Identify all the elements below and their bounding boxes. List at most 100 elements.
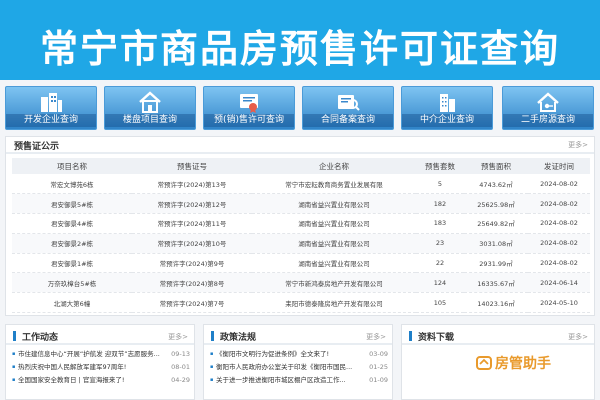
policy-panel: 政策法规 更多> 《衡阳市文明行为促进条例》全文来了! 03-09 衡阳市人民政府… (203, 324, 393, 400)
presale-table: 项目名称 预售证号 企业名称 预售套数 预售面积 发证时间 常宏文博苑6栋 常预… (12, 158, 590, 314)
table-row[interactable]: 万奈玖樟台5#栋 常预许字(2024)第8号 常宁市新鸿泰房地产开发有限公司 1… (12, 272, 590, 294)
cell-enterprise: 湖南省益兴置业有限公司 (252, 233, 416, 254)
cell-project: 君安御景1#栋 (12, 253, 132, 274)
list-item[interactable]: 全国国家安全教育日 | 官宣海报来了! 04-29 (12, 374, 190, 387)
cell-units: 182 (416, 193, 464, 215)
cell-enterprise: 湖南省益兴置业有限公司 (252, 213, 416, 234)
policy-title: 《衡阳市文明行为促进条例》全文来了! (216, 350, 330, 358)
column-header: 发证时间 (528, 158, 590, 174)
section-accent-bar (409, 331, 412, 341)
cell-date: 2024-08-02 (528, 213, 590, 234)
nav-label: 二手房源查询 (503, 114, 593, 127)
table-row[interactable]: 常宏文博苑6栋 常预许字(2024)第13号 常宁市宏耘教育商务置业发展有限 5… (12, 174, 590, 195)
cell-area: 25625.98㎡ (464, 193, 528, 215)
cell-date: 2024-08-02 (528, 174, 590, 195)
downloads-panel: 资料下载 更多> 房管助手 (401, 324, 595, 400)
table-row[interactable]: 君安御景2#栋 常预许字(2024)第10号 湖南省益兴置业有限公司 23 30… (12, 233, 590, 254)
cell-enterprise: 耒阳市德泰隆房地产开发有限公司 (252, 292, 416, 314)
cell-license: 常预许字(2024)第13号 (132, 174, 252, 195)
cell-license: 常预许字(2024)第9号 (132, 253, 252, 274)
cell-area: 14023.16㎡ (464, 292, 528, 314)
cell-units: 124 (416, 272, 464, 294)
logo-text: 房管助手 (495, 356, 551, 372)
policy-title: 衡阳市人民政府办公室关于印发《衡阳市国民... (216, 363, 353, 371)
nav-developer-query[interactable]: 开发企业查询 (5, 86, 97, 130)
policy-list: 《衡阳市文明行为促进条例》全文来了! 03-09 衡阳市人民政府办公室关于印发《衡… (204, 345, 392, 387)
more-link[interactable]: 更多> (568, 140, 588, 150)
housing-helper-logo[interactable]: 房管助手 (476, 353, 551, 373)
cell-area: 4743.62㎡ (464, 174, 528, 195)
cell-units: 105 (416, 292, 464, 314)
news-list: 市住建信息中心“开展“护航发 迎双节”志愿服务... 09-13 热烈庆祝中国人民… (6, 345, 194, 387)
section-title: 工作动态 (22, 333, 59, 343)
page-title: 常宁市商品房预售许可证查询 (39, 27, 560, 71)
section-title: 预售证公示 (14, 142, 60, 152)
policy-date: 01-25 (369, 363, 388, 371)
cell-project: 君安御景5#栋 (12, 193, 132, 215)
column-header: 预售面积 (464, 158, 528, 174)
table-row[interactable]: 君安御景4#栋 常预许字(2024)第11号 湖南省益兴置业有限公司 183 2… (12, 213, 590, 234)
nav-label: 开发企业查询 (6, 114, 96, 127)
list-item[interactable]: 衡阳市人民政府办公室关于印发《衡阳市国民... 01-25 (210, 361, 388, 374)
section-title: 资料下载 (418, 333, 455, 343)
cell-project: 万奈玖樟台5#栋 (12, 272, 132, 294)
column-header: 企业名称 (252, 158, 416, 174)
presale-permit-panel: 预售证公示 更多> 项目名称 预售证号 企业名称 预售套数 预售面积 发证时间 … (5, 136, 595, 316)
nav-project-query[interactable]: 楼盘项目查询 (104, 86, 196, 130)
section-header: 政策法规 更多> (204, 325, 392, 345)
section-header: 资料下载 更多> (402, 325, 594, 345)
cell-date: 2024-08-02 (528, 253, 590, 274)
nav-bar: 开发企业查询 楼盘项目查询 预(销)售许可查询 合同备案查询 中介企业查询 二手… (5, 86, 595, 130)
cell-enterprise: 湖南省益兴置业有限公司 (252, 193, 416, 215)
cell-units: 5 (416, 174, 464, 195)
cell-enterprise: 湖南省益兴置业有限公司 (252, 253, 416, 274)
house-helper-icon (476, 355, 492, 371)
section-accent-bar (13, 331, 16, 341)
nav-contract-filing-query[interactable]: 合同备案查询 (302, 86, 394, 130)
buildings-icon (6, 90, 96, 114)
section-header: 预售证公示 更多> (6, 137, 594, 154)
more-link[interactable]: 更多> (568, 332, 588, 342)
table-row[interactable]: 北湖大第6幢 常预许字(2024)第7号 耒阳市德泰隆房地产开发有限公司 105… (12, 292, 590, 314)
policy-title: 关于进一步推进衡阳市城区棚户区改造工作... (216, 376, 346, 384)
work-news-panel: 工作动态 更多> 市住建信息中心“开展“护航发 迎双节”志愿服务... 09-13… (5, 324, 195, 400)
home-key-icon (503, 90, 593, 114)
house-icon (105, 90, 195, 114)
nav-label: 合同备案查询 (303, 114, 393, 127)
cell-date: 2024-06-14 (528, 272, 590, 294)
cell-area: 3031.08㎡ (464, 233, 528, 254)
header-banner: 常宁市商品房预售许可证查询 (0, 0, 600, 80)
column-header: 预售套数 (416, 158, 464, 174)
cell-license: 常预许字(2024)第11号 (132, 213, 252, 234)
cell-project: 北湖大第6幢 (12, 292, 132, 314)
policy-date: 01-09 (369, 376, 388, 384)
cell-license: 常预许字(2024)第8号 (132, 272, 252, 294)
news-date: 04-29 (171, 376, 190, 384)
news-title: 市住建信息中心“开展“护航发 迎双节”志愿服务... (18, 350, 160, 358)
nav-second-hand-query[interactable]: 二手房源查询 (502, 86, 594, 130)
cell-units: 22 (416, 253, 464, 274)
list-item[interactable]: 《衡阳市文明行为促进条例》全文来了! 03-09 (210, 348, 388, 361)
cell-project: 常宏文博苑6栋 (12, 174, 132, 195)
list-item[interactable]: 热烈庆祝中国人民解放军建军97周年! 08-01 (12, 361, 190, 374)
office-building-icon (402, 90, 492, 114)
section-header: 工作动态 更多> (6, 325, 194, 345)
list-item[interactable]: 关于进一步推进衡阳市城区棚户区改造工作... 01-09 (210, 374, 388, 387)
nav-label: 楼盘项目查询 (105, 114, 195, 127)
list-item[interactable]: 市住建信息中心“开展“护航发 迎双节”志愿服务... 09-13 (12, 348, 190, 361)
contract-search-icon (303, 90, 393, 114)
cell-date: 2024-08-02 (528, 193, 590, 215)
table-row[interactable]: 君安御景1#栋 常预许字(2024)第9号 湖南省益兴置业有限公司 22 293… (12, 253, 590, 274)
nav-label: 预(销)售许可查询 (204, 114, 294, 127)
cell-area: 2931.99㎡ (464, 253, 528, 274)
cell-license: 常预许字(2024)第7号 (132, 292, 252, 314)
nav-agency-query[interactable]: 中介企业查询 (401, 86, 493, 130)
more-link[interactable]: 更多> (168, 332, 188, 342)
nav-presale-license-query[interactable]: 预(销)售许可查询 (203, 86, 295, 130)
table-row[interactable]: 君安御景5#栋 常预许字(2024)第12号 湖南省益兴置业有限公司 182 2… (12, 193, 590, 215)
cell-enterprise: 常宁市新鸿泰房地产开发有限公司 (252, 272, 416, 294)
more-link[interactable]: 更多> (366, 332, 386, 342)
cell-date: 2024-05-10 (528, 292, 590, 314)
cell-license: 常预许字(2024)第12号 (132, 193, 252, 215)
column-header: 预售证号 (132, 158, 252, 174)
